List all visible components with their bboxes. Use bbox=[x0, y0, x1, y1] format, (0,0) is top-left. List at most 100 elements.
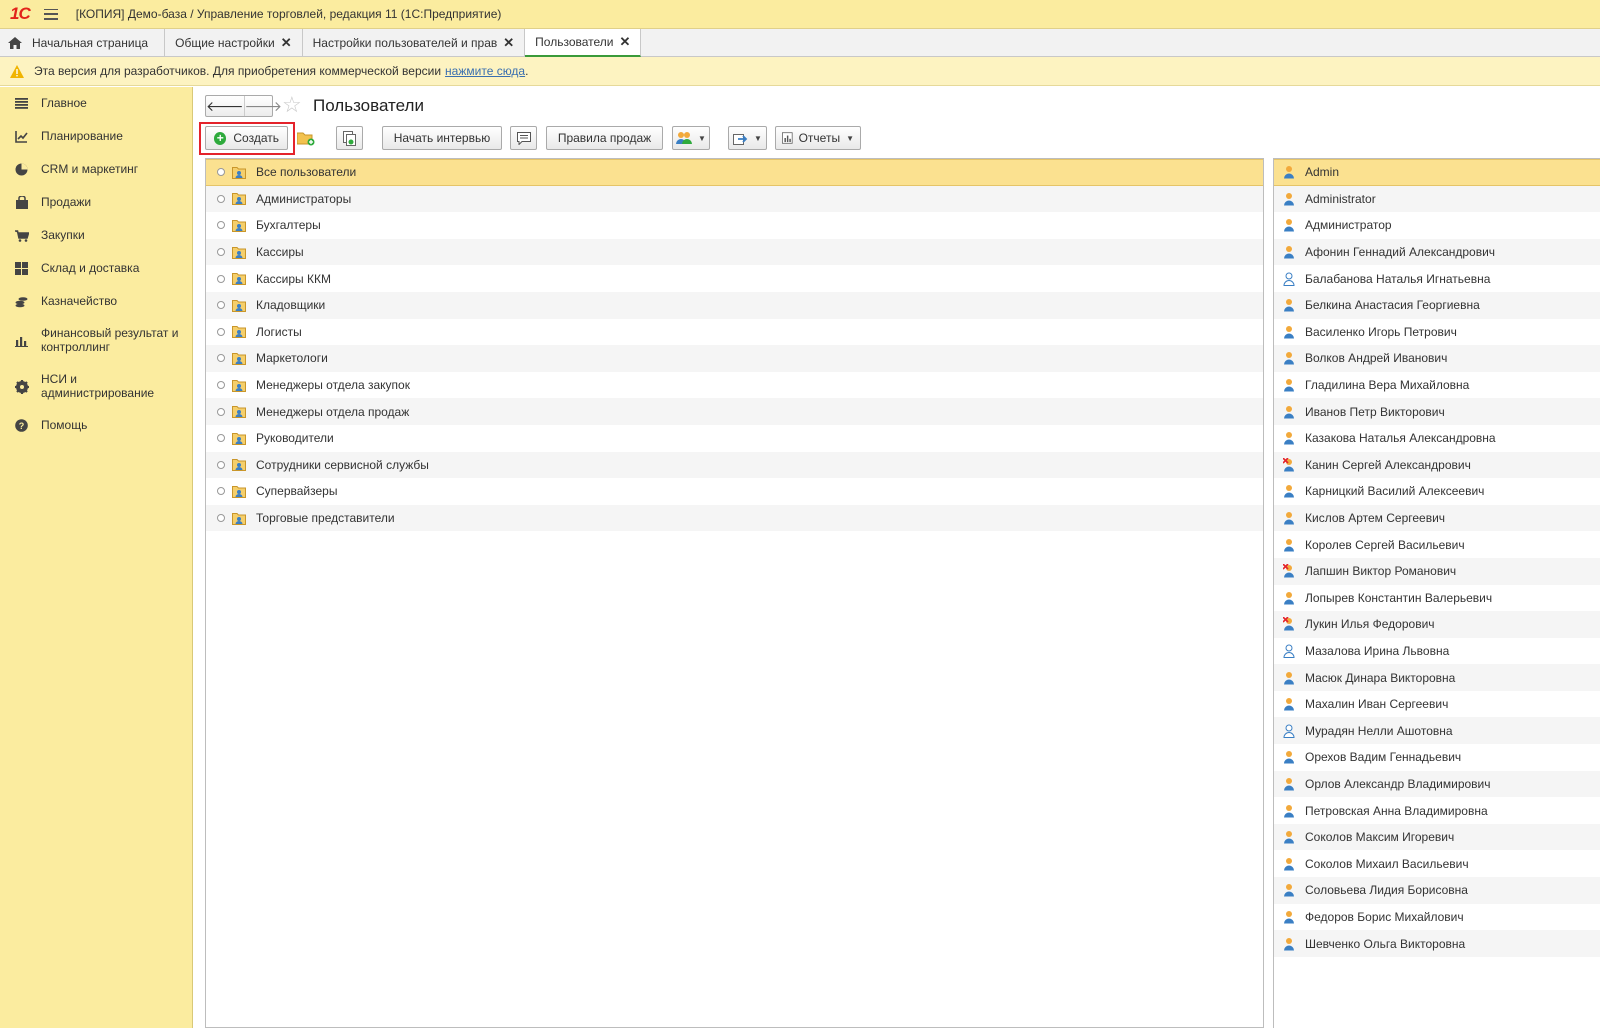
group-row[interactable]: Администраторы bbox=[206, 185, 1263, 213]
user-row[interactable]: Масюк Динара Викторовна bbox=[1274, 664, 1600, 691]
sidebar-item-treasury[interactable]: Казначейство bbox=[0, 294, 192, 309]
sidebar-item-admin[interactable]: НСИ и администрирование bbox=[0, 372, 192, 400]
group-row[interactable]: Кассиры ККМ bbox=[206, 265, 1263, 292]
user-row[interactable]: Орлов Александр Владимирович bbox=[1274, 770, 1600, 798]
user-row[interactable]: Орехов Вадим Геннадьевич bbox=[1274, 744, 1600, 771]
sidebar-item-sales[interactable]: Продажи bbox=[0, 195, 192, 210]
user-marked-deleted-icon bbox=[1282, 457, 1295, 472]
close-icon[interactable]: ✕ bbox=[281, 35, 292, 51]
user-row[interactable]: Лукин Илья Федорович bbox=[1274, 611, 1600, 638]
user-row[interactable]: Махалин Иван Сергеевич bbox=[1274, 691, 1600, 718]
user-row[interactable]: Администратор bbox=[1274, 212, 1600, 239]
reports-dropdown[interactable]: Отчеты ▼ bbox=[775, 126, 861, 150]
sidebar-item-main[interactable]: Главное bbox=[0, 96, 192, 111]
group-row[interactable]: Руководители bbox=[206, 425, 1263, 452]
users-actions-dropdown[interactable]: ▼ bbox=[672, 126, 710, 150]
user-row[interactable]: Кислов Артем Сергеевич bbox=[1274, 504, 1600, 532]
sidebar-item-help[interactable]: ? Помощь bbox=[0, 418, 192, 433]
user-group-folder-icon bbox=[232, 325, 246, 339]
discussion-button[interactable] bbox=[510, 126, 537, 150]
panel-splitter[interactable] bbox=[1264, 158, 1273, 1028]
group-row[interactable]: Кладовщики bbox=[206, 291, 1263, 319]
tab-user-settings[interactable]: Настройки пользователей и прав ✕ bbox=[303, 29, 526, 57]
group-label: Все пользователи bbox=[256, 165, 357, 180]
user-icon bbox=[1283, 538, 1295, 552]
create-group-button[interactable] bbox=[292, 126, 319, 150]
user-row[interactable]: Канин Сергей Александрович bbox=[1274, 451, 1600, 479]
user-name: Кислов Артем Сергеевич bbox=[1305, 511, 1446, 526]
user-row[interactable]: Петровская Анна Владимировна bbox=[1274, 797, 1600, 824]
copy-button[interactable] bbox=[336, 126, 363, 150]
group-row[interactable]: Все пользователи bbox=[206, 159, 1263, 186]
forward-button[interactable]: 🡒 bbox=[243, 96, 282, 116]
tab-general-settings[interactable]: Общие настройки ✕ bbox=[165, 29, 303, 57]
group-row[interactable]: Маркетологи bbox=[206, 345, 1263, 372]
user-row[interactable]: Admin bbox=[1274, 159, 1600, 186]
user-name: Королев Сергей Васильевич bbox=[1305, 537, 1465, 552]
user-row[interactable]: Лопырев Константин Валерьевич bbox=[1274, 585, 1600, 612]
export-dropdown[interactable]: ▼ bbox=[728, 126, 767, 150]
group-row[interactable]: Сотрудники сервисной службы bbox=[206, 451, 1263, 479]
group-row[interactable]: Логисты bbox=[206, 319, 1263, 346]
sections-sidebar: Главное Планирование CRM и маркетинг Про… bbox=[0, 87, 193, 1028]
user-no-access-icon bbox=[1283, 644, 1295, 658]
user-name: Канин Сергей Александрович bbox=[1305, 457, 1471, 472]
group-row[interactable]: Кассиры bbox=[206, 238, 1263, 266]
sidebar-item-finance[interactable]: Финансовый результат и контроллинг bbox=[0, 326, 192, 354]
user-row[interactable]: Соколов Михаил Васильевич bbox=[1274, 850, 1600, 877]
user-row[interactable]: Балабанова Наталья Игнатьевна bbox=[1274, 265, 1600, 292]
main-menu-icon[interactable] bbox=[43, 8, 58, 20]
sidebar-item-label: CRM и маркетинг bbox=[41, 162, 139, 176]
user-row[interactable]: Administrator bbox=[1274, 185, 1600, 213]
user-row[interactable]: Иванов Петр Викторович bbox=[1274, 398, 1600, 425]
app-logo[interactable]: 1С bbox=[10, 4, 31, 24]
sales-rules-button[interactable]: Правила продаж bbox=[546, 126, 663, 150]
close-icon[interactable]: ✕ bbox=[503, 35, 514, 51]
user-row[interactable]: Казакова Наталья Александровна bbox=[1274, 425, 1600, 452]
page-title: Пользователи bbox=[313, 96, 424, 115]
user-row[interactable]: Волков Андрей Иванович bbox=[1274, 345, 1600, 372]
user-row[interactable]: Мурадян Нелли Ашотовна bbox=[1274, 717, 1600, 745]
group-row[interactable]: Бухгалтеры bbox=[206, 212, 1263, 239]
group-row[interactable]: Менеджеры отдела закупок bbox=[206, 372, 1263, 399]
back-button[interactable]: 🡐 bbox=[206, 96, 244, 116]
user-group-folder-icon bbox=[232, 219, 246, 232]
close-icon[interactable]: ✕ bbox=[619, 34, 630, 50]
sidebar-item-label: НСИ и администрирование bbox=[41, 372, 155, 400]
favorite-star-icon[interactable]: ☆ bbox=[282, 94, 302, 116]
group-row[interactable]: Торговые представители bbox=[206, 504, 1263, 532]
group-label: Супервайзеры bbox=[256, 484, 338, 499]
user-row[interactable]: Соколов Максим Игоревич bbox=[1274, 823, 1600, 851]
user-row[interactable]: Мазалова Ирина Львовна bbox=[1274, 638, 1600, 665]
user-row[interactable]: Федоров Борис Михайлович bbox=[1274, 904, 1600, 931]
user-row[interactable]: Василенко Игорь Петрович bbox=[1274, 319, 1600, 346]
group-row[interactable]: Супервайзеры bbox=[206, 478, 1263, 505]
sidebar-item-planning[interactable]: Планирование bbox=[0, 129, 192, 144]
sidebar-item-purchases[interactable]: Закупки bbox=[0, 228, 192, 243]
tab-home[interactable]: Начальная страница bbox=[0, 29, 166, 57]
user-row[interactable]: Карницкий Василий Алексеевич bbox=[1274, 478, 1600, 505]
tab-users[interactable]: Пользователи ✕ bbox=[525, 29, 642, 57]
user-row[interactable]: Афонин Геннадий Александрович bbox=[1274, 238, 1600, 266]
user-row[interactable]: Лапшин Виктор Романович bbox=[1274, 557, 1600, 585]
create-button[interactable]: + Создать bbox=[205, 126, 288, 150]
user-row[interactable]: Гладилина Вера Михайловна bbox=[1274, 372, 1600, 399]
user-icon bbox=[1283, 777, 1295, 791]
user-icon bbox=[1283, 883, 1295, 897]
user-row[interactable]: Королев Сергей Васильевич bbox=[1274, 531, 1600, 558]
group-label: Администраторы bbox=[256, 191, 352, 206]
user-row[interactable]: Белкина Анастасия Георгиевна bbox=[1274, 291, 1600, 319]
group-row[interactable]: Менеджеры отдела продаж bbox=[206, 398, 1263, 425]
user-row[interactable]: Шевченко Ольга Викторовна bbox=[1274, 930, 1600, 957]
user-name: Масюк Динара Викторовна bbox=[1305, 670, 1456, 685]
tab-label: Начальная страница bbox=[32, 36, 149, 50]
start-interview-button[interactable]: Начать интервью bbox=[382, 126, 502, 150]
sidebar-item-warehouse[interactable]: Склад и доставка bbox=[0, 261, 192, 276]
purchase-link[interactable]: нажмите сюда bbox=[445, 64, 525, 78]
warning-text: Эта версия для разработчиков. Для приобр… bbox=[34, 64, 442, 78]
svg-text:?: ? bbox=[19, 421, 25, 431]
sidebar-item-crm[interactable]: CRM и маркетинг bbox=[0, 162, 192, 177]
user-row[interactable]: Соловьева Лидия Борисовна bbox=[1274, 877, 1600, 904]
group-label: Бухгалтеры bbox=[256, 218, 321, 233]
sidebar-item-label: Закупки bbox=[41, 228, 85, 242]
